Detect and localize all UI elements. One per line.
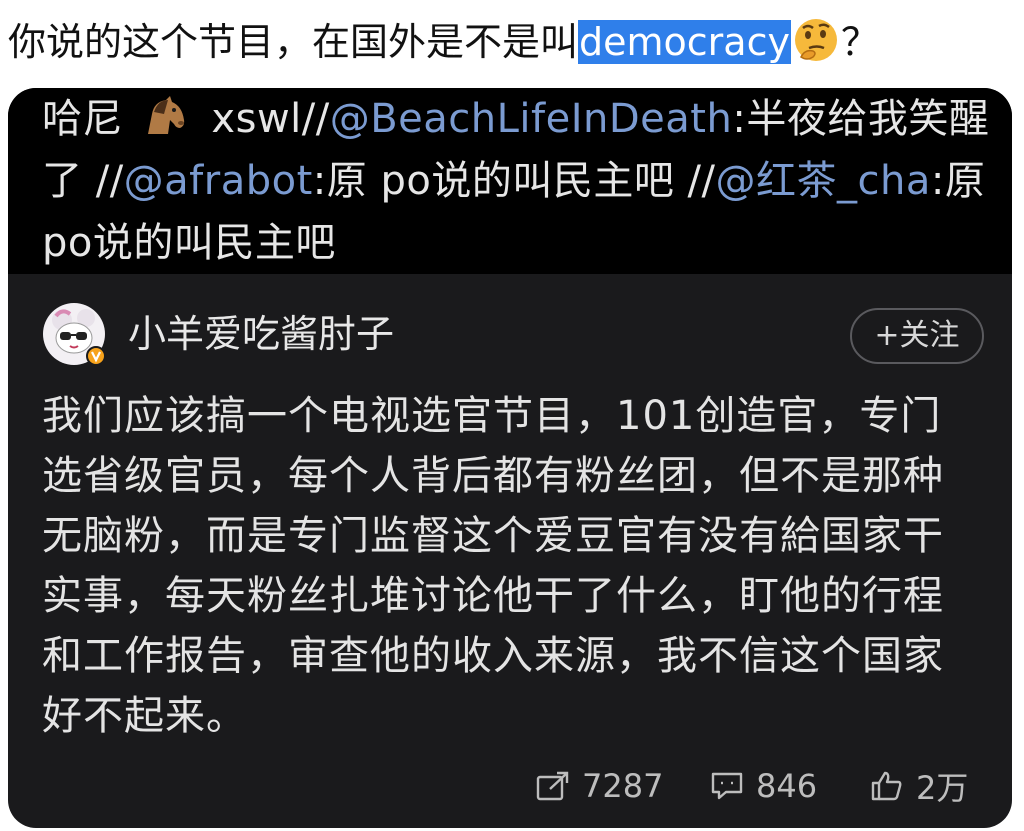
repost-count: 7287: [582, 767, 664, 805]
repost-stat[interactable]: 7287: [536, 756, 663, 816]
author-name[interactable]: 小羊爱吃酱肘子: [128, 310, 394, 358]
author-row: 小羊爱吃酱肘子 +关注: [42, 302, 984, 372]
like-stat[interactable]: 2万: [870, 756, 968, 816]
follow-button[interactable]: +关注: [850, 308, 984, 364]
repost-text: 哈尼 xswl//@BeachLifeInDeath:半夜给我笑醒了 //@af…: [42, 88, 992, 274]
tweet-text-before: 你说的这个节目，在国外是不是叫: [8, 20, 579, 64]
tweet-text: 你说的这个节目，在国外是不是叫democracy ？: [8, 16, 879, 68]
post-body: 我们应该搞一个电视选官节目，101创造官，专门选省级官员，每个人背后都有粉丝团，…: [42, 393, 944, 739]
thumbs-up-icon: [871, 771, 902, 801]
repost-prefix: 哈尼: [42, 96, 123, 142]
comment-stat[interactable]: 846: [710, 756, 817, 816]
avatar[interactable]: [42, 302, 106, 366]
tweet-text-after: ？: [840, 20, 879, 64]
highlighted-word: democracy: [578, 20, 791, 64]
repost-part3: :原 po说的叫民主吧 //: [312, 158, 716, 204]
thinking-face-icon: [793, 17, 839, 63]
mention-link[interactable]: @红茶_cha: [716, 158, 931, 204]
weibo-screenshot-card: 哈尼 xswl//@BeachLifeInDeath:半夜给我笑醒了 //@af…: [8, 88, 1012, 828]
mention-link[interactable]: @BeachLifeInDeath: [330, 96, 733, 142]
repost-chain: 哈尼 xswl//@BeachLifeInDeath:半夜给我笑醒了 //@af…: [8, 88, 1012, 274]
share-icon: [536, 771, 569, 801]
like-count: 2万: [916, 769, 969, 807]
horse-emoji-icon: [140, 94, 190, 138]
comment-icon: [711, 772, 743, 800]
comment-count: 846: [756, 767, 818, 805]
mention-link[interactable]: @afrabot: [124, 158, 313, 204]
repost-part1: xswl//: [198, 96, 330, 142]
